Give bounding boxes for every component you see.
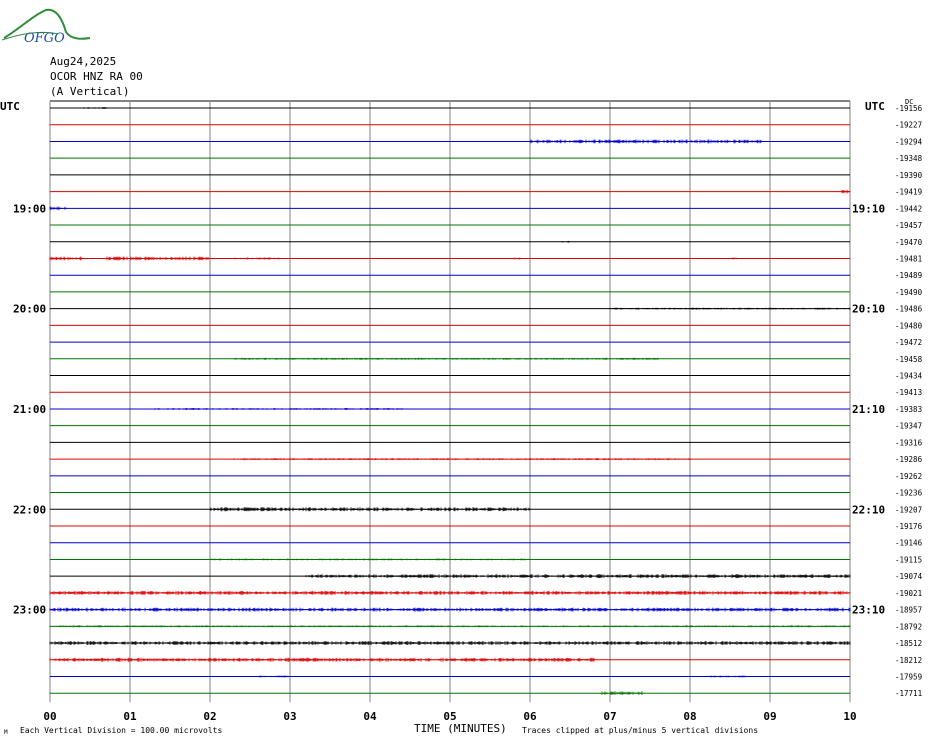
trace-noise <box>153 408 403 410</box>
left-hour-label: 20:00 <box>13 303 46 316</box>
header-component: (A Vertical) <box>50 85 129 98</box>
dc-offset-label: -19470 <box>895 238 923 247</box>
logo-text: OFGO <box>24 31 65 46</box>
dc-offset-label: -19021 <box>895 589 922 598</box>
trace-noise <box>233 257 283 260</box>
x-tick-label: 00 <box>43 710 56 723</box>
dc-offset-label: -17959 <box>895 672 922 681</box>
dc-offset-label: -18512 <box>895 639 922 648</box>
dc-offset-label: -19413 <box>895 388 922 397</box>
dc-offset-labels: -19156 -19227 -19294 -19348 -19390 -19419 -194… <box>895 104 923 698</box>
dc-offset-label: -19286 <box>895 455 923 464</box>
dc-offset-label: -19348 <box>895 154 923 163</box>
right-hour-label: 20:10 <box>852 303 885 316</box>
trace-noise <box>82 107 107 109</box>
header-station: OCOR HNZ RA 00 <box>50 70 143 83</box>
right-hour-label: 19:10 <box>852 202 885 215</box>
x-tick-label: 06 <box>523 710 537 723</box>
x-tick-label: 02 <box>203 710 216 723</box>
trace-noise <box>841 189 851 194</box>
clip-note: Traces clipped at plus/minus 5 vertical … <box>522 726 758 735</box>
x-tick-label: 03 <box>283 710 296 723</box>
dc-offset-label: -19481 <box>895 254 922 263</box>
trace-noise <box>729 257 739 260</box>
left-hour-labels: 19:00 20:00 21:00 22:00 23:00 <box>13 202 46 616</box>
trace-noise <box>233 357 659 360</box>
x-tick-label: 07 <box>603 710 616 723</box>
dc-offset-label: -19294 <box>895 137 923 146</box>
x-axis-label: TIME (MINUTES) <box>414 722 507 735</box>
dc-offset-label: -19489 <box>895 271 922 280</box>
trace-noise <box>233 458 691 461</box>
dc-offset-label: -19472 <box>895 338 922 347</box>
dc-offset-label: -19074 <box>895 572 923 581</box>
trace-noise <box>601 691 643 696</box>
dc-offset-label: -19207 <box>895 505 922 514</box>
dc-offset-label: -19176 <box>895 522 923 531</box>
dc-offset-label: -19390 <box>895 171 923 180</box>
dc-offset-label: -19316 <box>895 438 923 447</box>
right-hour-label: 22:10 <box>852 503 885 516</box>
dc-offset-label: -17711 <box>895 689 922 698</box>
trace-noise <box>49 657 595 662</box>
dc-offset-label: -19262 <box>895 472 922 481</box>
dc-offset-label: -18212 <box>895 656 922 665</box>
right-hour-label: 23:10 <box>852 604 885 617</box>
dc-offset-label: -19156 <box>895 104 923 113</box>
helicorder-plot: OFGO Aug24,2025 OCOR HNZ RA 00 (A Vertic… <box>0 8 923 736</box>
dc-offset-label: -19434 <box>895 372 923 381</box>
scale-note: Each Vertical Division = 100.00 microvol… <box>20 726 222 735</box>
dc-offset-label: -19457 <box>895 221 922 230</box>
right-hour-labels: 19:10 20:10 21:10 22:10 23:10 <box>852 202 885 616</box>
trace-noise <box>561 240 571 243</box>
dc-offset-label: -19442 <box>895 204 922 213</box>
trace-noise <box>529 139 763 144</box>
x-tick-label: 09 <box>763 710 776 723</box>
dc-offset-label: -19458 <box>895 355 923 364</box>
dc-offset-label: -19115 <box>895 555 922 564</box>
corner-mark: M <box>4 729 8 736</box>
dc-offset-label: -19236 <box>895 489 923 498</box>
x-tick-label: 10 <box>843 710 856 723</box>
left-hour-label: 23:00 <box>13 604 46 617</box>
dc-offset-label: -18957 <box>895 606 922 615</box>
dc-offset-label: -19419 <box>895 188 922 197</box>
dc-offset-label: -18792 <box>895 622 922 631</box>
trace-noise <box>209 558 531 561</box>
trace-noise <box>257 675 291 678</box>
trace-noise <box>305 574 851 579</box>
x-tick-label: 08 <box>683 710 696 723</box>
left-hour-label: 19:00 <box>13 202 46 215</box>
dc-offset-label: -19486 <box>895 305 923 314</box>
right-hour-label: 21:10 <box>852 403 885 416</box>
dc-offset-label: -19383 <box>895 405 922 414</box>
left-hour-label: 22:00 <box>13 503 46 516</box>
trace-noise <box>513 257 522 260</box>
dc-offset-label: -19227 <box>895 121 922 130</box>
dc-offset-label: -19146 <box>895 539 923 548</box>
trace-noise <box>609 307 851 310</box>
x-tick-label: 01 <box>123 710 137 723</box>
utc-label-right: UTC <box>865 100 885 113</box>
trace-noise <box>49 206 67 211</box>
left-hour-label: 21:00 <box>13 403 46 416</box>
dc-offset-label: -19480 <box>895 321 923 330</box>
dc-offset-label: -19347 <box>895 422 922 431</box>
utc-label-left: UTC <box>0 100 20 113</box>
x-tick-label: 04 <box>363 710 377 723</box>
header-date: Aug24,2025 <box>50 55 116 68</box>
trace-noise <box>49 256 83 261</box>
ofgo-logo: OFGO <box>1 8 91 46</box>
dc-offset-label: -19490 <box>895 288 923 297</box>
trace-noise <box>105 256 211 261</box>
